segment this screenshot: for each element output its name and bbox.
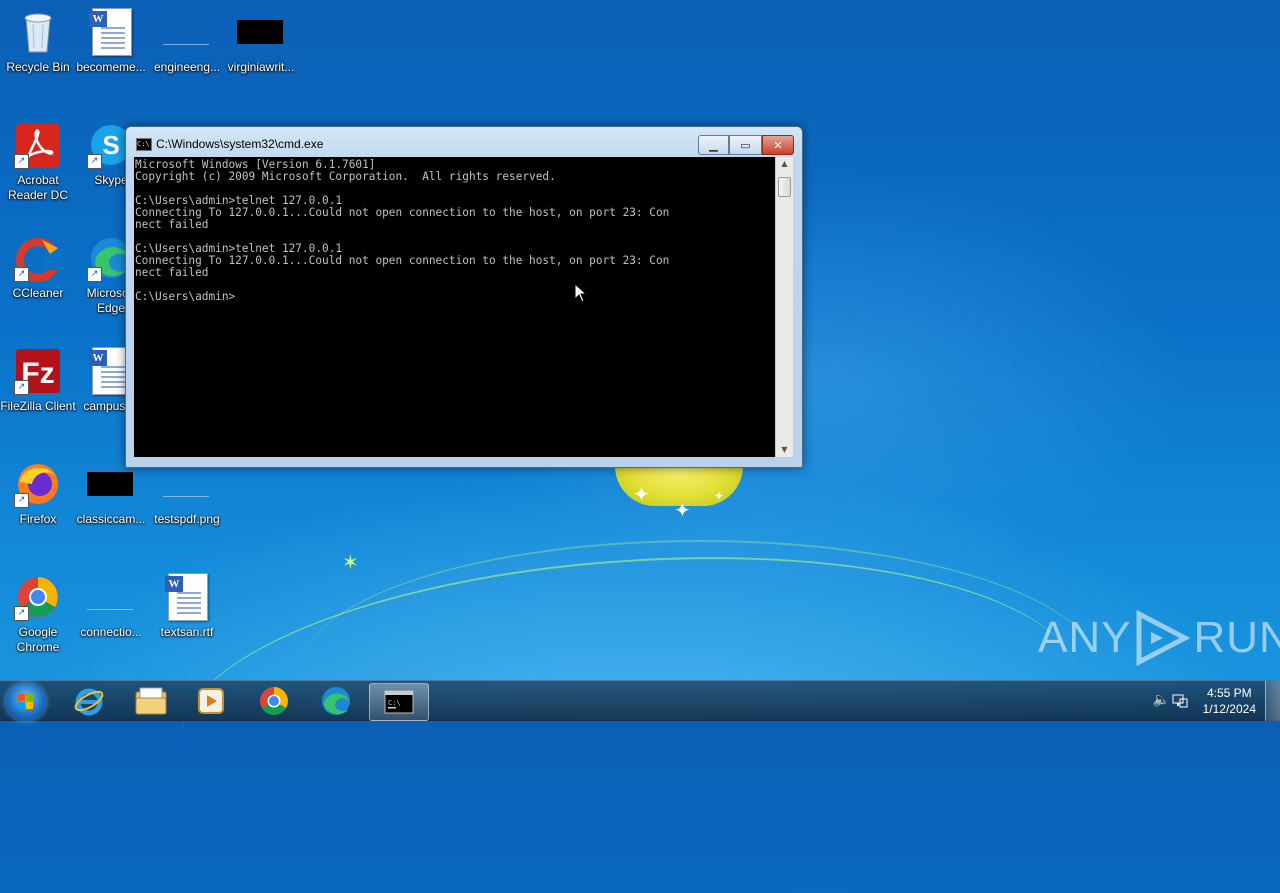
scroll-up-icon[interactable]: ▲ <box>776 157 793 171</box>
mouse-cursor-icon <box>574 283 588 303</box>
media-player-icon <box>198 688 224 714</box>
console-prompt: C:\Users\admin> <box>135 290 236 303</box>
file-thumbnail-icon <box>163 8 211 56</box>
volume-icon[interactable]: 🔈 <box>1153 692 1170 708</box>
recycle-bin-icon <box>14 8 62 56</box>
close-icon: ✕ <box>773 138 783 152</box>
chrome-icon: ↗ <box>14 573 62 621</box>
sparkle-icon: ✦ <box>714 489 725 503</box>
taskbar-file-explorer[interactable] <box>122 683 180 719</box>
taskbar-edge[interactable] <box>307 683 365 719</box>
desktop-icon-label: virginiawrit... <box>227 60 295 74</box>
desktop-icon-classiccam[interactable]: classiccam... <box>73 456 149 552</box>
anyrun-watermark: ANY RUN <box>1038 610 1280 666</box>
desktop-icon-label: Firefox <box>19 512 57 526</box>
console-line: Connecting To 127.0.0.1...Could not open… <box>135 254 670 267</box>
svg-text:S: S <box>102 130 119 160</box>
edge-icon <box>322 687 350 715</box>
taskbar-internet-explorer[interactable] <box>60 683 118 719</box>
console-line: nect failed <box>135 218 209 231</box>
chrome-icon <box>260 687 288 715</box>
taskbar-cmd[interactable]: C:\ <box>369 683 429 721</box>
desktop-icon-recycle-bin[interactable]: Recycle Bin <box>0 4 76 100</box>
taskbar-chrome[interactable] <box>245 683 303 719</box>
desktop-icon-connectio[interactable]: connectio... <box>73 569 149 665</box>
play-logo-icon <box>1136 610 1191 666</box>
desktop-icon-textsan[interactable]: W textsan.rtf <box>149 569 225 665</box>
clock-time: 4:55 PM <box>1206 686 1252 700</box>
file-thumbnail-icon <box>237 8 285 56</box>
maximize-button[interactable]: ▭ <box>729 135 762 155</box>
file-thumbnail-icon <box>87 573 135 621</box>
show-desktop-button[interactable] <box>1265 681 1280 721</box>
clock-date: 1/12/2024 <box>1202 702 1256 716</box>
start-button[interactable] <box>6 683 46 721</box>
desktop-icon-label: Recycle Bin <box>6 60 70 74</box>
cmd-window[interactable]: C:\ C:\Windows\system32\cmd.exe ▁ ▭ ✕ Mi… <box>125 126 803 468</box>
cmd-icon: C:\ <box>384 690 414 714</box>
word-document-icon: W <box>163 573 211 621</box>
desktop-icon-label: FileZilla Client <box>0 399 76 413</box>
desktop-icon-label: Acrobat Reader DC <box>7 173 69 202</box>
network-icon[interactable] <box>1172 693 1188 709</box>
word-document-icon: W <box>87 8 135 56</box>
filezilla-icon: Fz ↗ <box>14 347 62 395</box>
console-line: nect failed <box>135 266 209 279</box>
desktop-icon-label: connectio... <box>80 625 142 639</box>
desktop-icon-label: becomeme... <box>76 60 146 74</box>
desktop-icon-label: CCleaner <box>12 286 64 300</box>
sparkle-icon: ✦ <box>674 498 691 522</box>
sparkle-icon: ✶ <box>342 550 359 574</box>
ccleaner-icon: ↗ <box>14 234 62 282</box>
scroll-down-icon[interactable]: ▼ <box>776 443 793 457</box>
desktop-icon-label: classiccam... <box>76 512 146 526</box>
desktop-icon-virginiawrit[interactable]: virginiawrit... <box>223 4 299 100</box>
console-output[interactable]: Microsoft Windows [Version 6.1.7601] Cop… <box>134 157 775 457</box>
close-button[interactable]: ✕ <box>762 135 794 155</box>
folder-icon <box>135 687 167 715</box>
minimize-button[interactable]: ▁ <box>698 135 729 155</box>
window-titlebar[interactable]: C:\ C:\Windows\system32\cmd.exe ▁ ▭ ✕ <box>126 127 802 157</box>
vertical-scrollbar[interactable]: ▲ ▼ <box>775 157 793 457</box>
desktop-icon-becomeme[interactable]: W becomeme... <box>73 4 149 100</box>
windows-logo-icon <box>18 694 34 710</box>
desktop-icon-engineeng[interactable]: engineeng... <box>149 4 225 100</box>
clock[interactable]: 4:55 PM 1/12/2024 <box>1203 685 1256 717</box>
acrobat-reader-icon: ↗ <box>14 121 62 169</box>
window-title: C:\Windows\system32\cmd.exe <box>156 137 324 151</box>
desktop-icon-label: textsan.rtf <box>160 625 214 639</box>
desktop-icon-firefox[interactable]: ↗ Firefox <box>0 456 76 552</box>
maximize-icon: ▭ <box>740 138 751 152</box>
desktop-icon-acrobat[interactable]: ↗ Acrobat Reader DC <box>0 117 76 213</box>
desktop-icon-testspdf[interactable]: testspdf.png <box>149 456 225 552</box>
desktop-icon-label: testspdf.png <box>154 512 220 526</box>
desktop-icon-label: engineeng... <box>153 60 221 74</box>
wallpaper-swoosh <box>300 540 1100 802</box>
console-line: Connecting To 127.0.0.1...Could not open… <box>135 206 670 219</box>
svg-text:C:\: C:\ <box>388 699 401 707</box>
sparkle-icon: ✦ <box>633 482 650 506</box>
taskbar-media-player[interactable] <box>182 683 240 719</box>
scroll-thumb[interactable] <box>778 177 791 197</box>
firefox-icon: ↗ <box>14 460 62 508</box>
minimize-icon: ▁ <box>709 138 718 152</box>
desktop-icon-ccleaner[interactable]: ↗ CCleaner <box>0 230 76 326</box>
console-line: Copyright (c) 2009 Microsoft Corporation… <box>135 170 556 183</box>
taskbar: C:\ 🔈 4:55 PM 1/12/2024 <box>0 680 1280 721</box>
cmd-icon: C:\ <box>136 138 152 151</box>
internet-explorer-icon <box>74 688 104 716</box>
desktop-icon-filezilla[interactable]: Fz ↗ FileZilla Client <box>0 343 76 439</box>
desktop-icon-label: Google Chrome <box>16 625 60 654</box>
desktop-icon-chrome[interactable]: ↗ Google Chrome <box>0 569 76 665</box>
